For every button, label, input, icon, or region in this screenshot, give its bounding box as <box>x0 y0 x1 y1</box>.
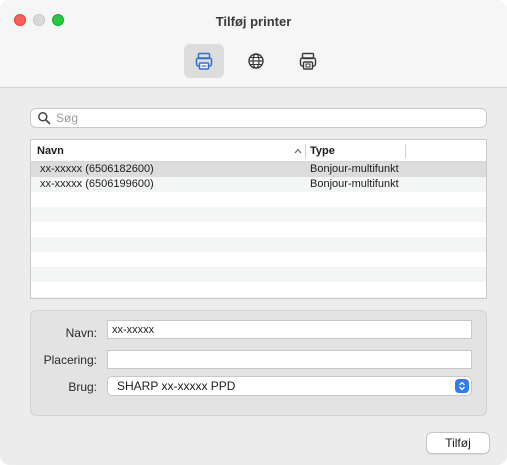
chevron-up-down-icon <box>459 381 465 391</box>
printer-type-cell: Bonjour-multifunkt <box>310 163 399 175</box>
table-row[interactable]: xx-xxxxx (6506199600) Bonjour-multifunkt <box>31 177 486 192</box>
select-stepper[interactable] <box>455 379 469 393</box>
column-header-type[interactable]: Type <box>310 140 335 162</box>
column-divider[interactable] <box>305 144 306 158</box>
empty-row <box>31 282 486 297</box>
printer-name-cell: xx-xxxxx (6506199600) <box>40 178 154 190</box>
name-field[interactable] <box>107 320 472 339</box>
printer-details-panel: Navn: Placering: Brug: SHARP xx-xxxxx PP… <box>30 310 487 416</box>
table-row[interactable]: xx-xxxxx (6506182600) Bonjour-multifunkt <box>31 162 486 177</box>
search-icon <box>38 112 51 125</box>
printer-icon <box>195 52 213 70</box>
empty-row <box>31 222 486 237</box>
printer-type-cell: Bonjour-multifunkt <box>310 178 399 190</box>
driver-select-value: SHARP xx-xxxxx PPD <box>117 379 236 393</box>
empty-row <box>31 207 486 222</box>
window-title: Tilføj printer <box>215 14 292 29</box>
title-bar: Tilføj printer <box>0 0 507 88</box>
add-printer-window: Tilføj printer Søg Navn Type xx-xxxxx (6… <box>0 0 507 465</box>
empty-row <box>31 192 486 207</box>
globe-icon <box>248 53 264 69</box>
column-divider[interactable] <box>405 144 406 158</box>
table-header: Navn Type <box>31 140 486 162</box>
empty-row <box>31 237 486 252</box>
name-label: Navn: <box>65 326 97 340</box>
tab-windows-printer[interactable] <box>288 44 328 78</box>
sort-ascending-icon[interactable] <box>294 147 302 155</box>
search-input[interactable] <box>56 111 486 125</box>
driver-select[interactable]: SHARP xx-xxxxx PPD <box>107 376 472 396</box>
printer-name-cell: xx-xxxxx (6506182600) <box>40 163 154 175</box>
tab-default-printers[interactable] <box>184 44 224 78</box>
column-header-name[interactable]: Navn <box>37 140 64 162</box>
empty-row <box>31 297 486 298</box>
windows-printer-icon <box>299 52 317 70</box>
empty-row <box>31 267 486 282</box>
location-label: Placering: <box>43 353 97 367</box>
printer-table: Navn Type xx-xxxxx (6506182600) Bonjour-… <box>30 139 487 299</box>
add-button[interactable]: Tilføj <box>426 432 490 454</box>
empty-row <box>31 252 486 267</box>
tab-ip-printer[interactable] <box>236 44 276 78</box>
location-field[interactable] <box>107 350 472 369</box>
search-field[interactable] <box>30 108 487 128</box>
use-label: Brug: <box>68 380 97 394</box>
